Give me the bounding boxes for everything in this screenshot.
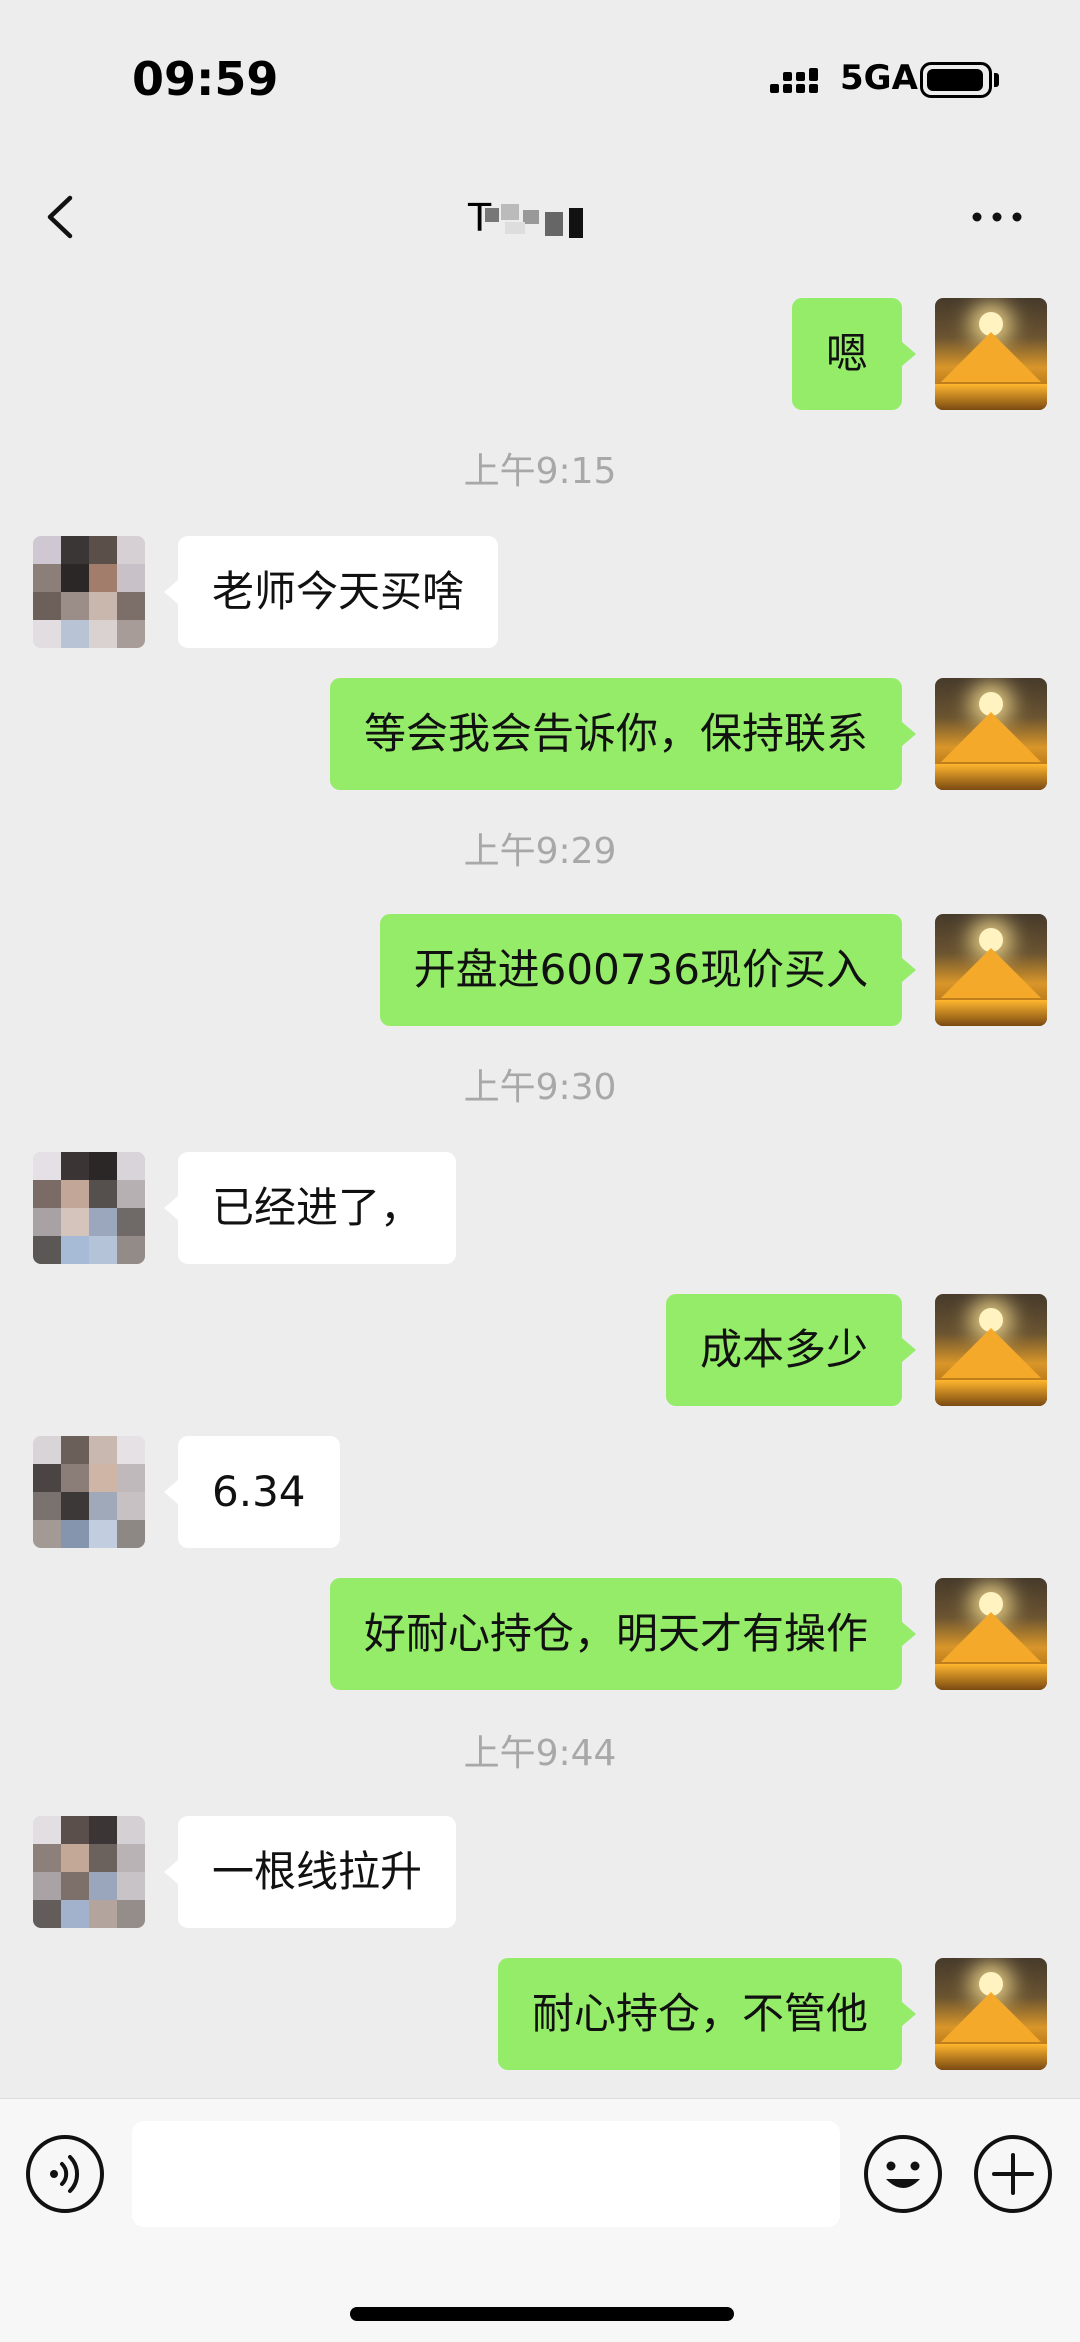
self-avatar[interactable]	[935, 678, 1047, 790]
contact-avatar[interactable]	[33, 1436, 145, 1548]
contact-avatar[interactable]	[33, 1152, 145, 1264]
battery-tip	[994, 73, 999, 87]
self-avatar[interactable]	[935, 1294, 1047, 1406]
message-bubble-self[interactable]: 嗯	[791, 298, 917, 410]
self-avatar[interactable]	[935, 298, 1047, 410]
self-avatar[interactable]	[935, 914, 1047, 1026]
battery-icon	[920, 62, 992, 98]
chevron-left-icon[interactable]	[38, 192, 88, 242]
network-label: 5GA	[840, 58, 918, 98]
contact-avatar[interactable]	[33, 536, 145, 648]
message-bubble-self[interactable]: 开盘进600736现价买入	[379, 914, 917, 1026]
chat-input-bar	[0, 2098, 1080, 2342]
message-bubble-self[interactable]: 好耐心持仓，明天才有操作	[329, 1578, 917, 1690]
message-timestamp: 上午9:30	[463, 1067, 617, 1108]
more-dots-icon[interactable]	[970, 210, 1024, 224]
message-bubble-other[interactable]: 已经进了，	[163, 1152, 457, 1264]
status-bar: 09:59 5GA	[0, 0, 1080, 160]
message-input[interactable]	[132, 2121, 840, 2227]
self-avatar[interactable]	[935, 1578, 1047, 1690]
message-timestamp: 上午9:29	[463, 831, 617, 872]
message-timestamp: 上午9:44	[463, 1733, 617, 1774]
voice-icon[interactable]	[24, 2133, 106, 2215]
message-bubble-self[interactable]: 成本多少	[665, 1294, 917, 1406]
signal-icon	[770, 68, 818, 93]
message-bubble-other[interactable]: 6.34	[164, 1436, 340, 1548]
chat-header: T	[0, 170, 1080, 270]
message-timestamp: 上午9:15	[463, 451, 617, 492]
message-bubble-other[interactable]: 一根线拉升	[163, 1816, 457, 1928]
message-bubble-other[interactable]: 老师今天买啥	[163, 536, 499, 648]
plus-icon[interactable]	[972, 2133, 1054, 2215]
blurred-title-mosaic	[485, 204, 583, 238]
emoji-icon[interactable]	[862, 2133, 944, 2215]
contact-avatar[interactable]	[33, 1816, 145, 1928]
message-bubble-self[interactable]: 等会我会告诉你，保持联系	[329, 678, 917, 790]
home-indicator[interactable]	[350, 2307, 734, 2321]
status-time: 09:59	[132, 52, 279, 106]
self-avatar[interactable]	[935, 1958, 1047, 2070]
message-bubble-self[interactable]: 耐心持仓，不管他	[497, 1958, 917, 2070]
